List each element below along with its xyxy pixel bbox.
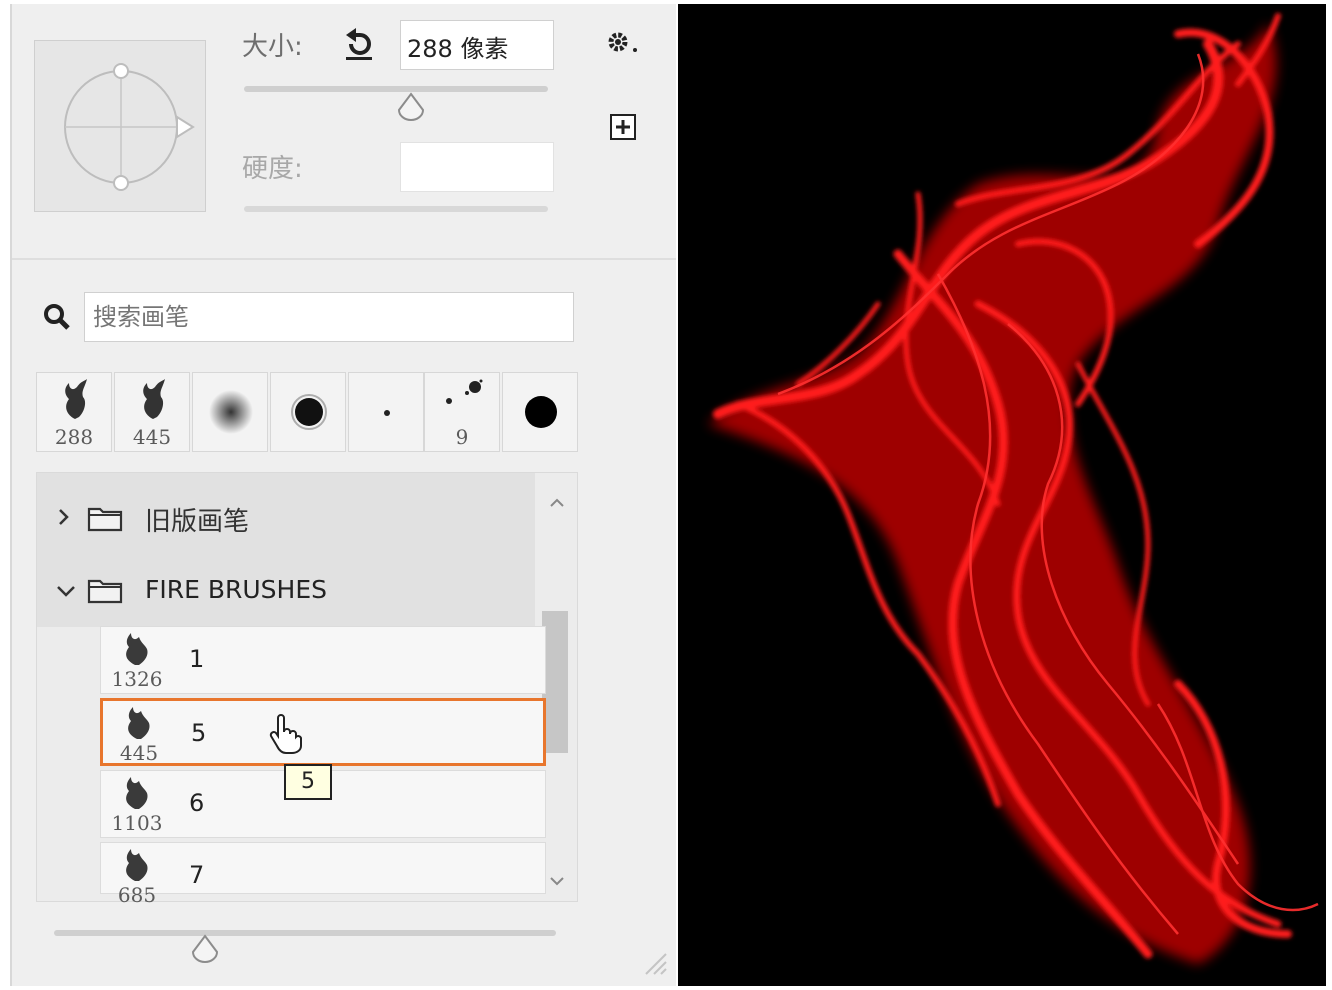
search-input[interactable] xyxy=(84,292,574,342)
brush-preset-panel: 大小: 288 像素 硬度: 搜索画笔 288 445 9 旧版画笔 FIRE … xyxy=(10,4,676,986)
brush-name: 1 xyxy=(189,645,205,673)
new-preset-icon[interactable] xyxy=(608,112,638,146)
fire-brush-stroke xyxy=(708,13,1319,964)
brush-name: 7 xyxy=(189,861,205,889)
recent-brush-size: 9 xyxy=(455,425,469,449)
scroll-down-icon[interactable] xyxy=(549,871,565,890)
chevron-right-icon xyxy=(57,507,71,531)
chevron-down-icon xyxy=(55,583,77,602)
brush-row-5[interactable]: 445 5 xyxy=(100,698,546,766)
hand-cursor-icon xyxy=(268,714,304,758)
group-header-legacy[interactable]: 旧版画笔 xyxy=(37,473,535,557)
reset-icon[interactable] xyxy=(342,26,378,66)
fire-brush-thumb-icon xyxy=(65,379,87,419)
recent-brush-fire[interactable]: 288 xyxy=(36,372,112,452)
fire-brush-thumb-icon xyxy=(126,777,148,809)
tooltip: 5 xyxy=(284,764,332,800)
divider xyxy=(12,258,676,260)
brush-size-count: 685 xyxy=(117,883,157,907)
brush-name: 5 xyxy=(191,719,207,747)
brush-size-count: 1103 xyxy=(111,811,163,835)
document-canvas[interactable] xyxy=(678,4,1326,986)
preview-size-slider-track[interactable] xyxy=(54,930,556,936)
recent-brush-soft-round[interactable] xyxy=(192,372,268,452)
preview-size-slider-thumb[interactable] xyxy=(189,934,221,968)
size-input[interactable]: 288 像素 xyxy=(400,20,554,70)
brush-size-count: 445 xyxy=(119,741,159,765)
fire-brush-thumb-icon xyxy=(143,379,165,419)
scroll-up-icon[interactable] xyxy=(549,493,565,512)
scatter-brush-icon xyxy=(446,379,483,404)
group-name-legacy: 旧版画笔 xyxy=(145,507,250,537)
recent-brush-hard-round-large[interactable] xyxy=(502,372,578,452)
size-slider-thumb[interactable] xyxy=(395,92,427,126)
brush-row-1[interactable]: 1326 1 xyxy=(100,626,546,694)
hardness-label: 硬度: xyxy=(242,154,303,184)
size-label: 大小: xyxy=(242,32,303,62)
fire-brush-thumb-icon xyxy=(128,707,150,739)
recent-brush-dot[interactable] xyxy=(348,372,424,452)
hardness-slider-track xyxy=(244,206,548,212)
resize-grip-icon[interactable] xyxy=(642,950,668,980)
folder-icon xyxy=(87,575,123,609)
fire-brush-thumb-icon xyxy=(126,849,148,881)
recent-brush-scatter[interactable]: 9 xyxy=(424,372,500,452)
tooltip-text: 5 xyxy=(301,769,315,794)
recent-brush-hard-round-medium[interactable] xyxy=(270,372,346,452)
brush-size-count: 1326 xyxy=(111,667,163,691)
gear-icon[interactable] xyxy=(606,30,642,62)
hard-round-large-brush-icon xyxy=(525,396,557,428)
group-header-fire[interactable]: FIRE BRUSHES xyxy=(37,557,535,627)
size-value: 288 像素 xyxy=(407,35,509,63)
brush-name: 6 xyxy=(189,789,205,817)
hardness-input xyxy=(400,142,554,192)
search-icon xyxy=(42,302,72,336)
group-name-fire: FIRE BRUSHES xyxy=(145,575,328,604)
recent-brush-size: 445 xyxy=(132,425,172,449)
brush-row-7[interactable]: 685 7 xyxy=(100,842,546,907)
recent-brush-fire[interactable]: 445 xyxy=(114,372,190,452)
brush-tip-preview[interactable] xyxy=(34,40,206,212)
hard-round-brush-icon xyxy=(291,394,327,430)
soft-round-brush-icon xyxy=(209,390,253,434)
folder-icon xyxy=(87,503,123,537)
dot-brush-icon xyxy=(384,410,390,416)
fire-brush-thumb-icon xyxy=(126,633,148,665)
recent-brush-size: 288 xyxy=(54,425,94,449)
angle-roundness-icon xyxy=(64,63,195,191)
